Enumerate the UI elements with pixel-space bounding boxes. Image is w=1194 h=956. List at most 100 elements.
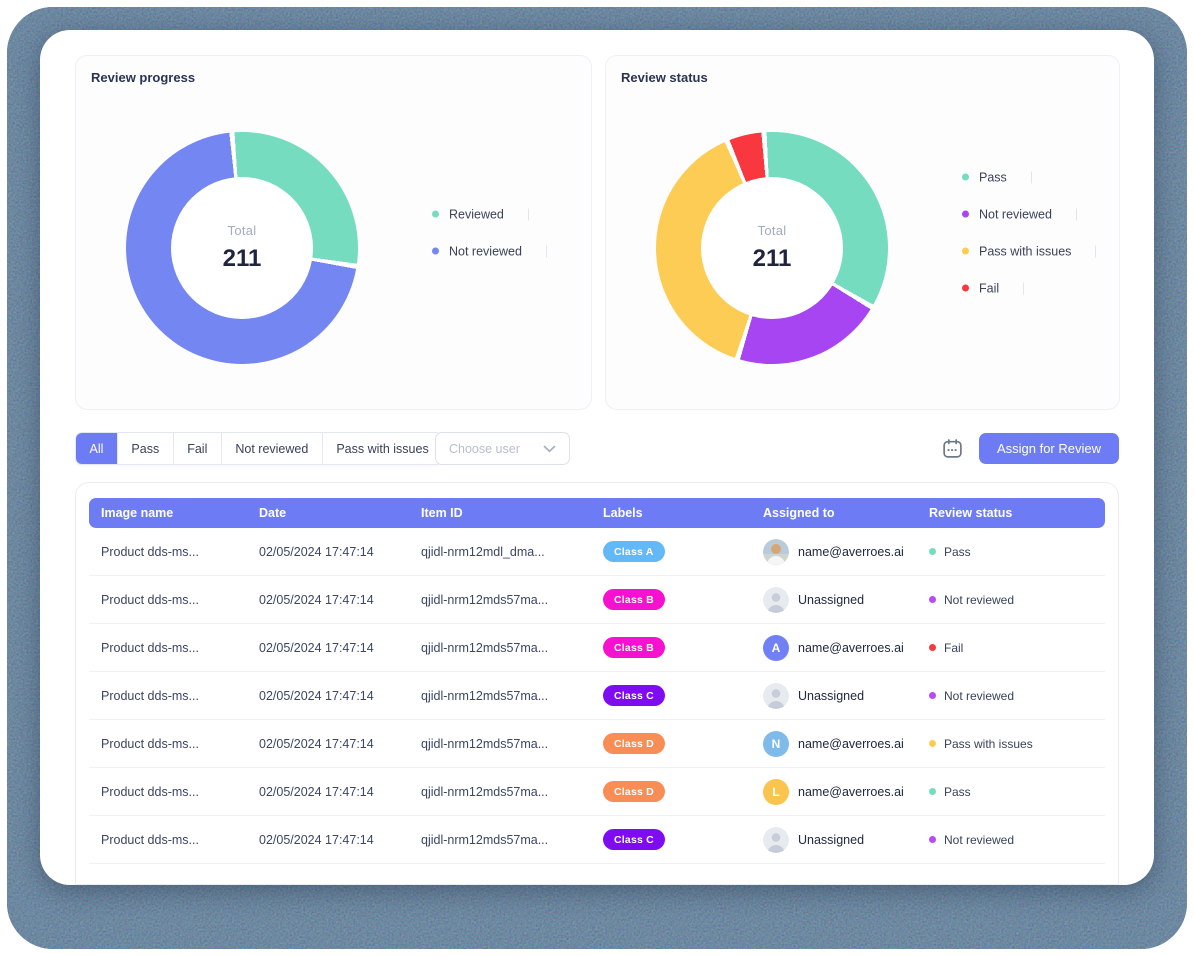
filter-tab-fail[interactable]: Fail [173, 433, 221, 464]
assigned-to-cell: Unassigned [763, 587, 929, 613]
status-text: Pass [944, 785, 971, 799]
item-id-cell: qjidl-nrm12mds57ma... [421, 593, 603, 607]
unassigned-avatar-icon [763, 587, 789, 613]
filter-tab-pass[interactable]: Pass [117, 433, 173, 464]
labels-cell: Class D [603, 781, 763, 802]
table-row[interactable]: Product dds-ms...02/05/2024 17:47:14qjid… [89, 672, 1105, 720]
filter-tab-pass-with-issues[interactable]: Pass with issues [322, 433, 442, 464]
date-cell: 02/05/2024 17:47:14 [259, 593, 421, 607]
user-avatar-photo [763, 539, 789, 565]
legend-label: Pass [979, 170, 1007, 184]
column-header: Item ID [421, 506, 603, 520]
review-status-cell: Not reviewed [929, 833, 1093, 847]
legend-dot [962, 211, 969, 218]
item-id-cell: qjidl-nrm12mds57ma... [421, 641, 603, 655]
legend-separator [1023, 282, 1024, 294]
assigned-to-cell: name@averroes.ai [763, 539, 929, 565]
status-text: Not reviewed [944, 689, 1014, 703]
labels-cell: Class C [603, 829, 763, 850]
review-status-cell: Pass [929, 545, 1093, 559]
legend-separator [1031, 171, 1032, 183]
labels-cell: Class D [603, 733, 763, 754]
dashboard-panel: Review progress Total 211 Reviewed Not re… [40, 30, 1154, 885]
table-body: Product dds-ms...02/05/2024 17:47:14qjid… [89, 528, 1105, 864]
table-row[interactable]: Product dds-ms...02/05/2024 17:47:14qjid… [89, 720, 1105, 768]
user-avatar-initial: L [763, 779, 789, 805]
assigned-to-cell: Unassigned [763, 827, 929, 853]
assigned-to-cell: Lname@averroes.ai [763, 779, 929, 805]
review-status-chart: Total 211 [656, 132, 888, 364]
legend-separator [528, 208, 529, 220]
table-row[interactable]: Product dds-ms...02/05/2024 17:47:14qjid… [89, 624, 1105, 672]
legend-label: Reviewed [449, 207, 504, 221]
filter-row: AllPassFailNot reviewedPass with issues … [40, 432, 1154, 465]
legend: Reviewed Not reviewed [432, 204, 547, 261]
class-label-pill: Class D [603, 733, 665, 754]
calendar-button[interactable] [941, 437, 964, 460]
table-row[interactable]: Product dds-ms...02/05/2024 17:47:14qjid… [89, 576, 1105, 624]
legend-item[interactable]: Reviewed [432, 204, 547, 224]
table-row[interactable]: Product dds-ms...02/05/2024 17:47:14qjid… [89, 816, 1105, 864]
item-id-cell: qjidl-nrm12mds57ma... [421, 785, 603, 799]
total-value: 211 [223, 245, 262, 273]
class-label-pill: Class B [603, 589, 665, 610]
assign-for-review-button[interactable]: Assign for Review [979, 433, 1119, 464]
class-label-pill: Class C [603, 685, 665, 706]
date-cell: 02/05/2024 17:47:14 [259, 833, 421, 847]
review-status-cell: Not reviewed [929, 593, 1093, 607]
legend-dot [432, 211, 439, 218]
legend-separator [1076, 208, 1077, 220]
status-dot [929, 836, 936, 843]
assignee-name: Unassigned [798, 593, 864, 607]
item-id-cell: qjidl-nrm12mds57ma... [421, 689, 603, 703]
legend-item[interactable]: Fail [962, 278, 1096, 298]
filter-tab-not-reviewed[interactable]: Not reviewed [221, 433, 322, 464]
card-title: Review progress [91, 70, 195, 85]
status-dot [929, 596, 936, 603]
unassigned-avatar-icon [763, 683, 789, 709]
image-name-cell: Product dds-ms... [101, 641, 259, 655]
legend-label: Not reviewed [449, 244, 522, 258]
legend-dot [432, 248, 439, 255]
legend-dot [962, 285, 969, 292]
legend-item[interactable]: Not reviewed [962, 204, 1096, 224]
status-dot [929, 692, 936, 699]
class-label-pill: Class C [603, 829, 665, 850]
filter-tab-all[interactable]: All [76, 433, 117, 464]
unassigned-avatar-icon [763, 827, 789, 853]
donut-center: Total 211 [171, 177, 313, 319]
labels-cell: Class A [603, 541, 763, 562]
choose-user-placeholder: Choose user [449, 442, 520, 456]
legend-item[interactable]: Pass with issues [962, 241, 1096, 261]
assignee-name: name@averroes.ai [798, 545, 904, 559]
calendar-icon [941, 437, 964, 460]
class-label-pill: Class B [603, 637, 665, 658]
assignee-name: name@averroes.ai [798, 737, 904, 751]
table-row[interactable]: Product dds-ms...02/05/2024 17:47:14qjid… [89, 768, 1105, 816]
card-title: Review status [621, 70, 708, 85]
total-value: 211 [753, 245, 792, 273]
legend-item[interactable]: Pass [962, 167, 1096, 187]
status-dot [929, 740, 936, 747]
status-text: Not reviewed [944, 593, 1014, 607]
assignee-name: Unassigned [798, 689, 864, 703]
date-cell: 02/05/2024 17:47:14 [259, 785, 421, 799]
labels-cell: Class B [603, 637, 763, 658]
table-header: Image nameDateItem IDLabelsAssigned toRe… [89, 498, 1105, 528]
column-header: Assigned to [763, 506, 929, 520]
review-status-cell: Fail [929, 641, 1093, 655]
image-name-cell: Product dds-ms... [101, 689, 259, 703]
table-row[interactable]: Product dds-ms...02/05/2024 17:47:14qjid… [89, 528, 1105, 576]
legend-separator [546, 245, 547, 257]
status-text: Fail [944, 641, 963, 655]
status-text: Not reviewed [944, 833, 1014, 847]
status-text: Pass with issues [944, 737, 1033, 751]
chevron-down-icon [543, 445, 556, 453]
legend-item[interactable]: Not reviewed [432, 241, 547, 261]
item-id-cell: qjidl-nrm12mds57ma... [421, 833, 603, 847]
column-header: Labels [603, 506, 763, 520]
assignee-name: Unassigned [798, 833, 864, 847]
choose-user-select[interactable]: Choose user [435, 432, 570, 465]
class-label-pill: Class D [603, 781, 665, 802]
column-header: Review status [929, 506, 1093, 520]
